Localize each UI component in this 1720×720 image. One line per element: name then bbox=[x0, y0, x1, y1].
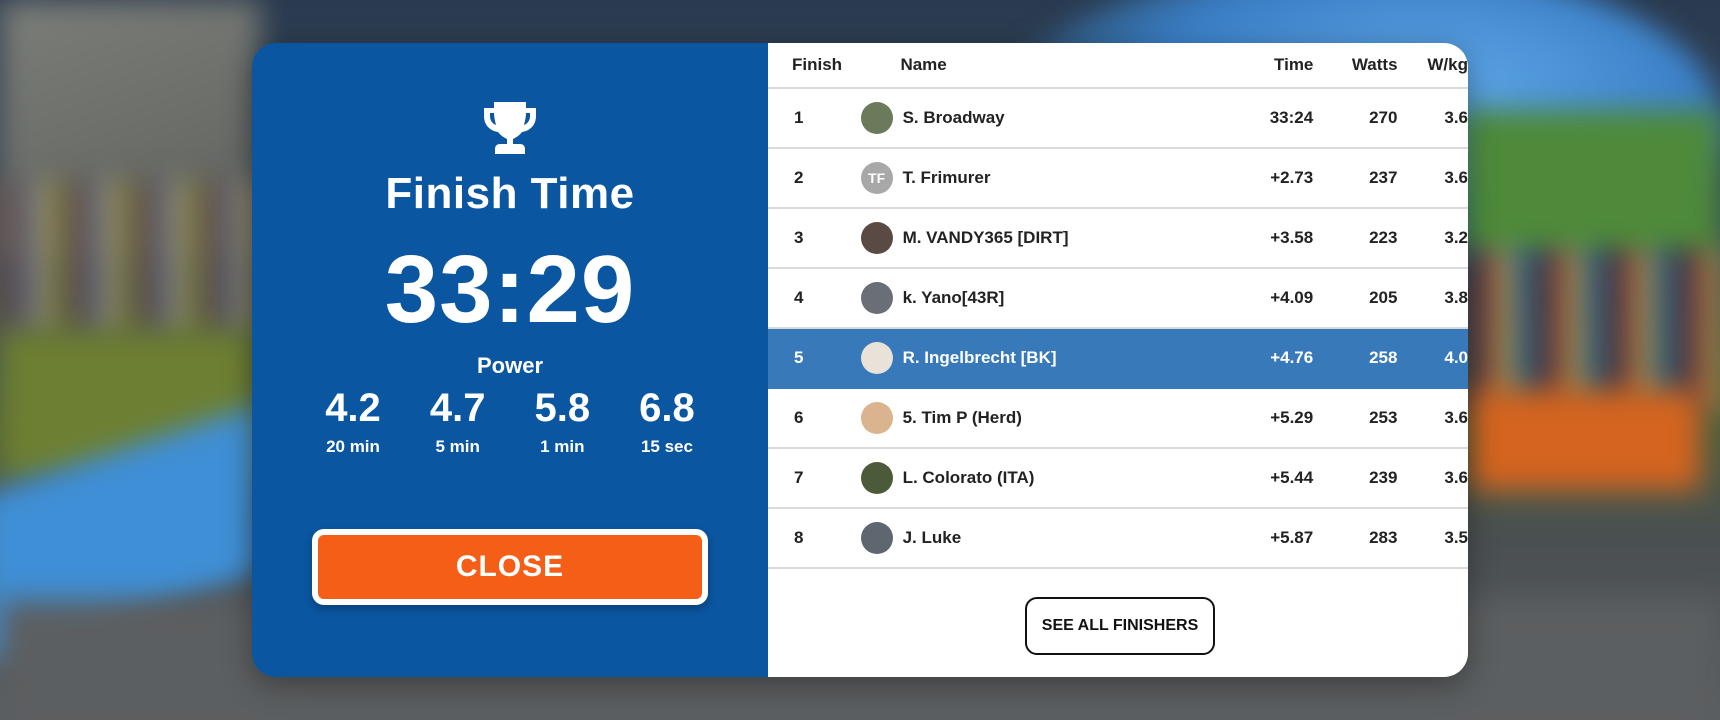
power-stat: 4.7 5 min bbox=[409, 385, 507, 457]
rider-wkg: 4.0 bbox=[1444, 348, 1468, 367]
rider-cell: TF T. Frimurer bbox=[860, 162, 1235, 194]
rider-cell: 5. Tim P (Herd) bbox=[860, 402, 1235, 434]
table-row[interactable]: 8 J. Luke +5.87 283 3.5 bbox=[768, 509, 1468, 569]
power-stat: 6.8 15 sec bbox=[618, 385, 716, 457]
rider-watts: 205 bbox=[1369, 288, 1398, 307]
header-wkg[interactable]: W/kg bbox=[1398, 55, 1468, 75]
rider-time: +3.58 bbox=[1270, 228, 1314, 247]
rider-watts: 270 bbox=[1369, 108, 1398, 127]
table-row[interactable]: 7 L. Colorato (ITA) +5.44 239 3.6 bbox=[768, 449, 1468, 509]
header-name[interactable]: Name bbox=[862, 55, 1235, 75]
rider-name[interactable]: R. Ingelbrecht [BK] bbox=[903, 348, 1057, 368]
results-table-body: 1 S. Broadway 33:24 270 3.6 2 TF T. Frimurer +2.… bbox=[768, 89, 1468, 569]
finish-position: 7 bbox=[794, 468, 804, 487]
results-table-panel: Finish Name Time Watts W/kg 1 S. Broadway… bbox=[768, 43, 1468, 677]
rider-wkg: 3.2 bbox=[1444, 228, 1468, 247]
close-button[interactable]: CLOSE bbox=[312, 529, 708, 605]
rider-watts: 258 bbox=[1369, 348, 1398, 367]
power-stats: 4.2 20 min 4.7 5 min 5.8 1 min 6.8 15 se… bbox=[304, 385, 716, 457]
rider-name[interactable]: 5. Tim P (Herd) bbox=[903, 408, 1022, 428]
power-stat-duration: 5 min bbox=[435, 437, 480, 456]
power-stat-duration: 15 sec bbox=[640, 437, 693, 456]
power-stat: 5.8 1 min bbox=[513, 385, 611, 457]
see-all-finishers-button[interactable]: SEE ALL FINISHERS bbox=[1025, 597, 1215, 655]
table-row[interactable]: 2 TF T. Frimurer +2.73 237 3.6 bbox=[768, 149, 1468, 209]
avatar bbox=[860, 522, 893, 554]
finish-time-value: 33:29 bbox=[384, 236, 636, 343]
rider-wkg: 3.6 bbox=[1444, 108, 1468, 127]
power-stat-duration: 20 min bbox=[326, 437, 380, 456]
rider-cell: S. Broadway bbox=[860, 102, 1235, 134]
rider-wkg: 3.6 bbox=[1444, 468, 1468, 487]
rider-watts: 253 bbox=[1369, 408, 1398, 427]
power-stat: 4.2 20 min bbox=[304, 385, 402, 457]
finish-position: 1 bbox=[794, 108, 804, 127]
rider-name[interactable]: J. Luke bbox=[903, 528, 962, 548]
rider-watts: 283 bbox=[1369, 528, 1398, 547]
rider-cell: M. VANDY365 [DIRT] bbox=[860, 222, 1235, 254]
avatar bbox=[860, 282, 893, 314]
rider-time: +5.87 bbox=[1270, 528, 1314, 547]
finish-position: 3 bbox=[794, 228, 804, 247]
power-stat-value: 6.8 bbox=[639, 386, 695, 430]
table-row[interactable]: 6 5. Tim P (Herd) +5.29 253 3.6 bbox=[768, 389, 1468, 449]
rider-name[interactable]: S. Broadway bbox=[903, 108, 1005, 128]
avatar bbox=[860, 462, 893, 494]
avatar bbox=[860, 402, 893, 434]
finish-position: 2 bbox=[794, 168, 804, 187]
header-time[interactable]: Time bbox=[1235, 55, 1313, 75]
finish-position: 6 bbox=[794, 408, 804, 427]
rider-time: +5.44 bbox=[1270, 468, 1314, 487]
trophy-icon bbox=[484, 102, 536, 154]
finish-summary-panel: Finish Time 33:29 Power 4.2 20 min 4.7 5… bbox=[252, 43, 768, 677]
finish-time-title: Finish Time bbox=[385, 169, 635, 218]
power-stat-duration: 1 min bbox=[540, 437, 585, 456]
header-finish[interactable]: Finish bbox=[768, 55, 862, 75]
rider-wkg: 3.8 bbox=[1444, 288, 1468, 307]
power-stat-value: 4.2 bbox=[325, 386, 381, 430]
rider-time: 33:24 bbox=[1269, 108, 1314, 127]
power-label: Power bbox=[476, 353, 544, 378]
table-row[interactable]: 1 S. Broadway 33:24 270 3.6 bbox=[768, 89, 1468, 149]
finish-position: 8 bbox=[794, 528, 804, 547]
rider-cell: L. Colorato (ITA) bbox=[860, 462, 1235, 494]
rider-name[interactable]: T. Frimurer bbox=[903, 168, 991, 188]
rider-cell: R. Ingelbrecht [BK] bbox=[860, 342, 1235, 374]
results-table-header: Finish Name Time Watts W/kg bbox=[768, 43, 1468, 89]
rider-time: +5.29 bbox=[1270, 408, 1314, 427]
avatar bbox=[860, 222, 893, 254]
avatar bbox=[860, 342, 893, 374]
race-results-dialog: Finish Time 33:29 Power 4.2 20 min 4.7 5… bbox=[252, 43, 1468, 677]
table-row[interactable]: 4 k. Yano[43R] +4.09 205 3.8 bbox=[768, 269, 1468, 329]
finish-position: 4 bbox=[794, 288, 804, 307]
rider-time: +4.76 bbox=[1270, 348, 1314, 367]
power-stat-value: 5.8 bbox=[534, 386, 591, 430]
rider-name[interactable]: L. Colorato (ITA) bbox=[903, 468, 1035, 488]
rider-cell: k. Yano[43R] bbox=[860, 282, 1235, 314]
rider-name[interactable]: M. VANDY365 [DIRT] bbox=[903, 228, 1069, 248]
header-watts[interactable]: Watts bbox=[1313, 55, 1398, 75]
power-stat-value: 4.7 bbox=[429, 386, 486, 430]
avatar bbox=[860, 102, 893, 134]
rider-wkg: 3.5 bbox=[1444, 528, 1468, 547]
rider-watts: 223 bbox=[1369, 228, 1398, 247]
rider-wkg: 3.6 bbox=[1444, 408, 1468, 427]
table-row[interactable]: 5 R. Ingelbrecht [BK] +4.76 258 4.0 bbox=[768, 329, 1468, 389]
rider-wkg: 3.6 bbox=[1444, 168, 1468, 187]
table-row[interactable]: 3 M. VANDY365 [DIRT] +3.58 223 3.2 bbox=[768, 209, 1468, 269]
avatar: TF bbox=[860, 162, 893, 194]
rider-watts: 237 bbox=[1369, 168, 1398, 187]
rider-time: +2.73 bbox=[1270, 168, 1314, 187]
rider-watts: 239 bbox=[1369, 468, 1398, 487]
rider-name[interactable]: k. Yano[43R] bbox=[903, 288, 1005, 308]
rider-cell: J. Luke bbox=[860, 522, 1235, 554]
rider-time: +4.09 bbox=[1270, 288, 1314, 307]
finish-position: 5 bbox=[794, 348, 804, 367]
